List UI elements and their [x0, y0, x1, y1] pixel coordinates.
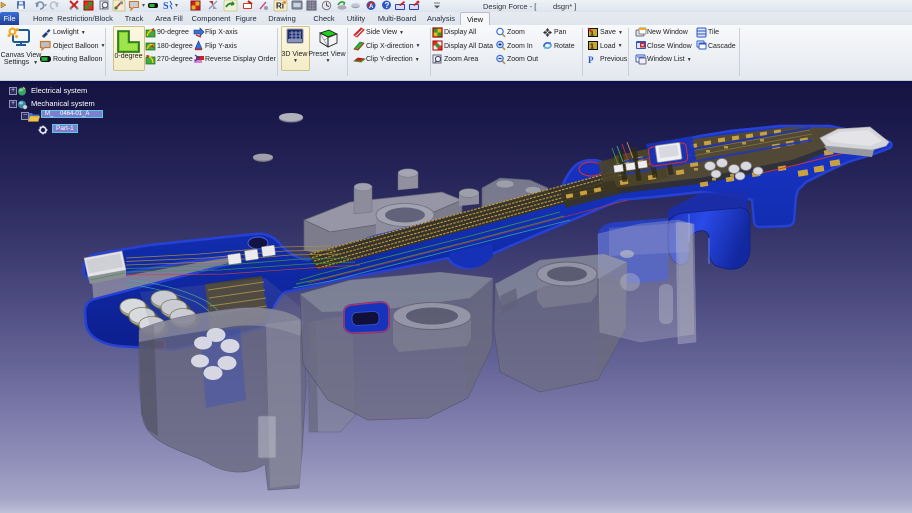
svg-text:A: A [369, 4, 374, 10]
svg-text:S: S [163, 1, 169, 12]
svg-text:?: ? [385, 1, 390, 10]
svg-text:P: P [588, 55, 594, 65]
svg-text:1: 1 [590, 44, 594, 51]
svg-text:Ri: Ri [276, 2, 284, 11]
